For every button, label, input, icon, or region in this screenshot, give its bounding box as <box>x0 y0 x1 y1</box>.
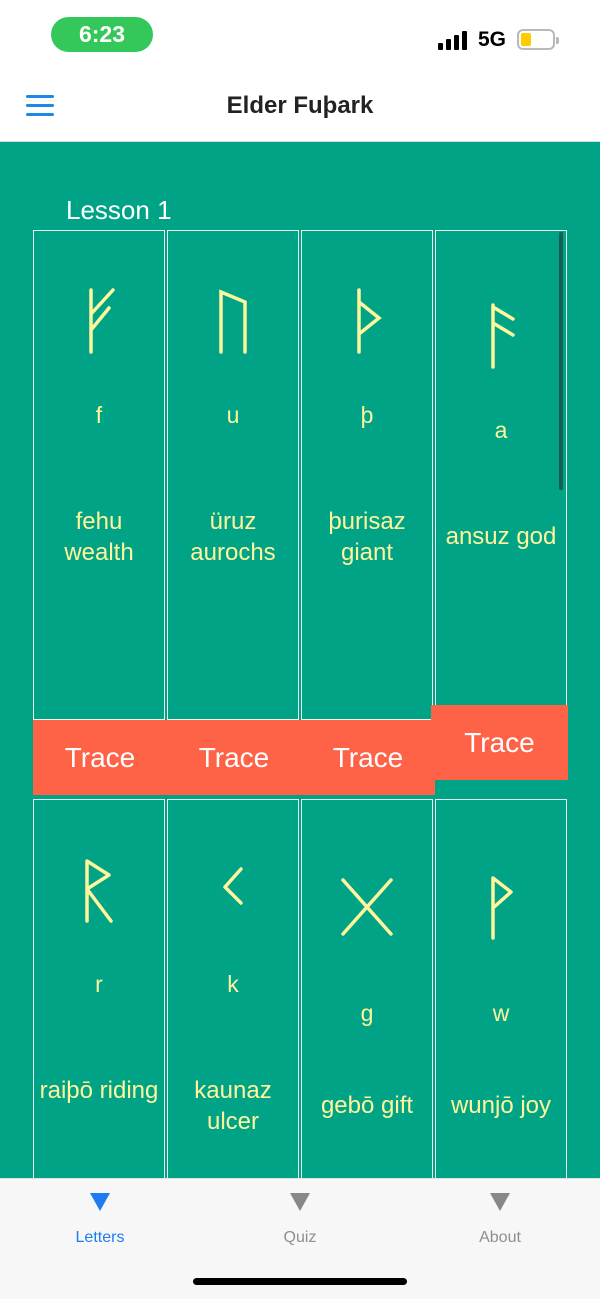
about-tab-icon <box>490 1193 510 1211</box>
rune-card-wunjo[interactable]: w wunjō joy <box>435 799 567 1178</box>
tab-label: About <box>479 1229 521 1246</box>
status-time: 6:23 <box>51 17 153 52</box>
trace-button-thurisaz[interactable]: Trace <box>301 720 435 795</box>
tab-about[interactable]: About <box>400 1193 600 1247</box>
tab-letters[interactable]: Letters <box>0 1193 200 1247</box>
nav-bar: Elder Fuþark <box>0 70 600 142</box>
gebo-rune-icon <box>302 872 432 947</box>
trace-button-ansuz[interactable]: Trace <box>431 705 568 780</box>
signal-icon <box>438 30 470 50</box>
rune-card-fehu[interactable]: f fehu wealth <box>33 230 165 720</box>
latin-letter: u <box>226 402 240 428</box>
rune-card-raidho[interactable]: r raiþō riding <box>33 799 165 1178</box>
tab-quiz[interactable]: Quiz <box>200 1193 400 1247</box>
trace-button-fehu[interactable]: Trace <box>33 720 167 795</box>
latin-letter: a <box>494 417 508 443</box>
lesson-content[interactable]: Lesson 1 f fehu wealth u üruz aurochs þ … <box>0 142 600 1178</box>
wunjo-rune-icon <box>436 872 566 947</box>
latin-letter: þ <box>360 402 374 428</box>
latin-letter: g <box>360 1000 374 1026</box>
rune-meaning: üruz aurochs <box>190 508 276 566</box>
rune-card-ansuz[interactable]: a ansuz god <box>435 230 567 708</box>
rune-card-gebo[interactable]: g gebō gift <box>301 799 433 1178</box>
latin-letter: f <box>95 402 103 428</box>
uruz-rune-icon <box>168 286 298 361</box>
kaunaz-rune-icon <box>168 855 298 930</box>
rune-card-kaunaz[interactable]: k kaunaz ulcer <box>167 799 299 1178</box>
rune-meaning: wunjō joy <box>450 1092 552 1119</box>
trace-button-uruz[interactable]: Trace <box>167 720 301 795</box>
latin-letter: w <box>492 1000 510 1026</box>
rune-meaning: kaunaz ulcer <box>194 1077 272 1135</box>
thurisaz-rune-icon <box>302 286 432 361</box>
page-title: Elder Fuþark <box>226 92 374 119</box>
rune-meaning: ansuz god <box>445 523 557 550</box>
latin-letter: r <box>95 971 103 997</box>
latin-letter: k <box>227 971 239 997</box>
rune-meaning: fehu wealth <box>64 508 134 566</box>
rune-meaning: gebō gift <box>320 1092 414 1119</box>
quiz-tab-icon <box>290 1193 310 1211</box>
rune-card-uruz[interactable]: u üruz aurochs <box>167 230 299 720</box>
home-indicator[interactable] <box>193 1278 407 1285</box>
status-bar: 6:23 5G <box>0 0 600 70</box>
raidho-rune-icon <box>34 855 164 930</box>
network-label: 5G <box>478 28 507 51</box>
tab-label: Letters <box>75 1229 125 1246</box>
battery-icon <box>517 29 559 50</box>
lesson-title: Lesson 1 <box>66 195 172 225</box>
ansuz-rune-icon <box>436 301 566 376</box>
fehu-rune-icon <box>34 286 164 361</box>
rune-meaning: raiþō riding <box>39 1077 159 1104</box>
rune-card-thurisaz[interactable]: þ þurisaz giant <box>301 230 433 720</box>
tab-label: Quiz <box>283 1229 317 1246</box>
rune-meaning: þurisaz giant <box>328 508 406 566</box>
letters-tab-icon <box>90 1193 110 1211</box>
